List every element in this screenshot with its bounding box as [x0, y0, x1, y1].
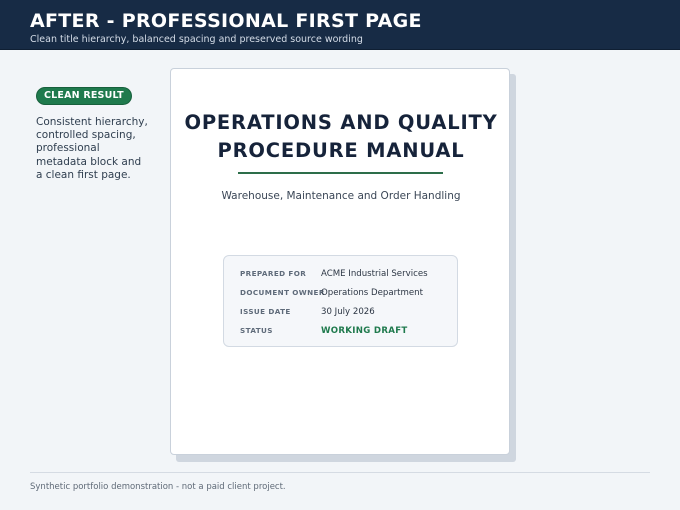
metadata-value: ACME Industrial Services: [321, 269, 428, 279]
side-note-line: Consistent hierarchy,: [36, 116, 148, 128]
title-rule: [238, 172, 443, 174]
side-note-line: metadata block and: [36, 155, 142, 168]
header-title: AFTER - PROFESSIONAL FIRST PAGE: [30, 10, 422, 32]
document-page: OPERATIONS AND QUALITY PROCEDURE MANUAL …: [170, 68, 510, 455]
document-subtitle: Warehouse, Maintenance and Order Handlin…: [221, 190, 461, 202]
header-bar: AFTER - PROFESSIONAL FIRST PAGE Clean ti…: [0, 0, 680, 50]
side-note-line: controlled spacing,: [36, 129, 136, 142]
side-note-line: professional: [36, 142, 100, 155]
metadata-block: PREPARED FOR ACME Industrial Services DO…: [223, 255, 458, 347]
metadata-label: DOCUMENT OWNER: [240, 288, 325, 297]
status-value: WORKING DRAFT: [321, 326, 408, 336]
metadata-value: Operations Department: [321, 288, 423, 298]
metadata-label: STATUS: [240, 326, 273, 335]
document-title-line: PROCEDURE MANUAL: [217, 139, 465, 162]
metadata-label: PREPARED FOR: [240, 269, 307, 278]
side-note-line: a clean first page.: [36, 168, 131, 181]
metadata-row-issue-date: ISSUE DATE 30 July 2026: [240, 305, 450, 319]
metadata-label: ISSUE DATE: [240, 307, 291, 316]
document-title: OPERATIONS AND QUALITY PROCEDURE MANUAL: [171, 109, 511, 165]
metadata-row-prepared-for: PREPARED FOR ACME Industrial Services: [240, 267, 450, 281]
header-subtitle: Clean title hierarchy, balanced spacing …: [30, 34, 363, 45]
metadata-row-document-owner: DOCUMENT OWNER Operations Department: [240, 286, 450, 300]
clean-result-badge: CLEAN RESULT: [36, 87, 132, 105]
metadata-row-status: STATUS WORKING DRAFT: [240, 324, 450, 338]
footer-divider: [30, 472, 650, 473]
document-title-line: OPERATIONS AND QUALITY: [184, 111, 498, 134]
metadata-value: 30 July 2026: [321, 307, 375, 317]
footer-note: Synthetic portfolio demonstration - not …: [30, 482, 286, 492]
side-note: Consistent hierarchy, controlled spacing…: [36, 116, 151, 182]
